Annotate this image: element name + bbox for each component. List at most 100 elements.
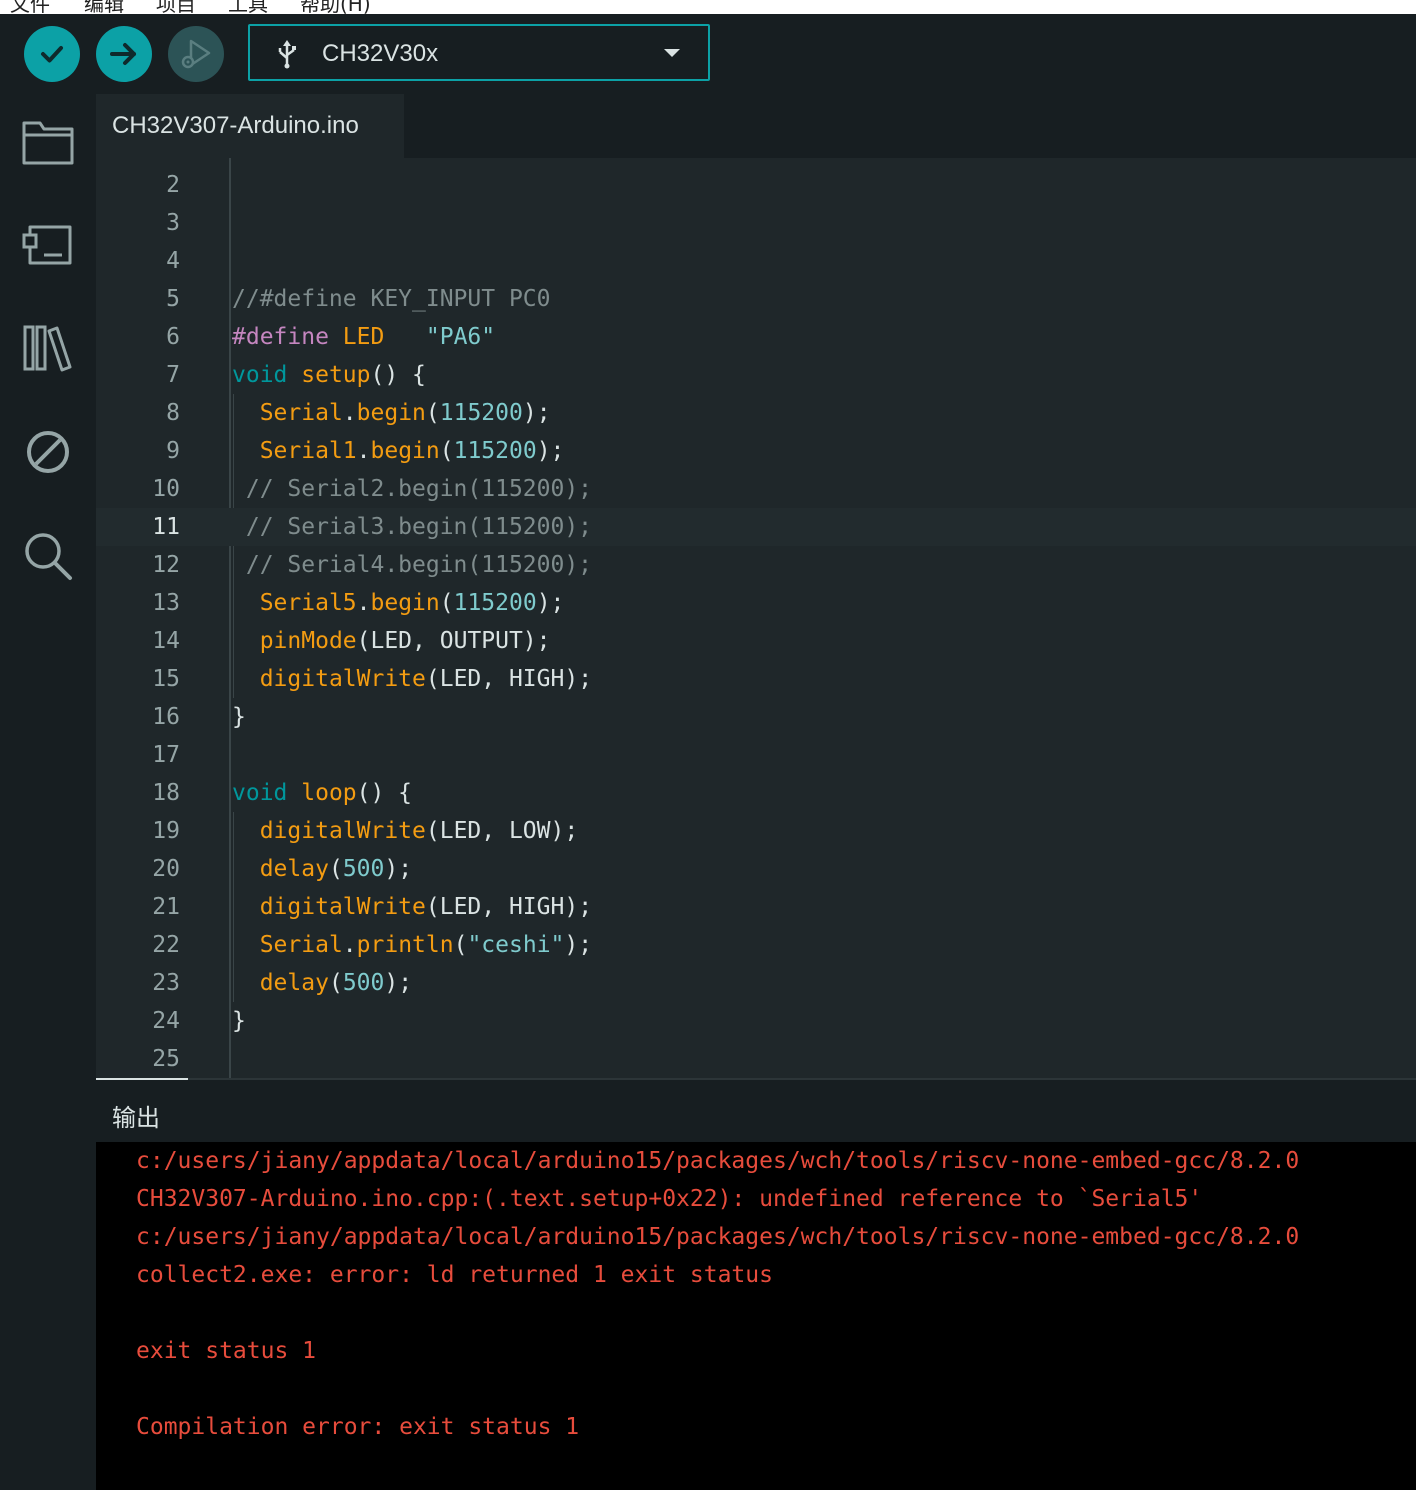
code-line[interactable]: 25	[96, 1040, 1416, 1078]
sidebar-item-boards-manager[interactable]	[20, 216, 76, 272]
code-line[interactable]: 18 void loop() {	[96, 774, 1416, 812]
code-token: digitalWrite	[259, 818, 426, 844]
folder-icon	[22, 121, 74, 165]
code-text: //#define KEY_INPUT PC0	[232, 280, 551, 318]
line-number: 20	[152, 856, 180, 882]
code-token: (	[425, 400, 440, 426]
output-title[interactable]: 输出	[112, 1098, 160, 1133]
line-number: 3	[166, 210, 180, 236]
board-selector[interactable]: CH32V30x	[248, 24, 710, 81]
code-token: (	[439, 438, 454, 464]
code-token: setup	[301, 362, 371, 388]
code-token: // Serial4.begin(115200);	[232, 552, 593, 578]
code-line[interactable]: 13 Serial5.begin(115200);	[96, 584, 1416, 622]
output-line: c:/users/jiany/appdata/local/arduino15/p…	[136, 1148, 1300, 1174]
library-icon	[23, 325, 72, 372]
code-editor[interactable]: 2 3 4 5//#define KEY_INPUT PC0 6 #define LED …	[96, 158, 1416, 1078]
code-token: delay	[259, 856, 329, 882]
code-token: 500	[342, 970, 385, 996]
code-line[interactable]: 2	[96, 166, 1416, 204]
code-line[interactable]: 4	[96, 242, 1416, 280]
sidebar-item-search[interactable]	[20, 528, 76, 584]
code-text: // Serial4.begin(115200);	[232, 546, 592, 584]
menu-help[interactable]: 帮助(H)	[300, 0, 371, 14]
code-line[interactable]: 3	[96, 204, 1416, 242]
code-token: );	[384, 970, 413, 996]
code-token: // Serial2.begin(115200);	[232, 476, 593, 502]
code-line[interactable]: 8 Serial.begin(115200);	[96, 394, 1416, 432]
sidebar-item-sketchbook[interactable]	[20, 114, 76, 170]
code-line[interactable]: 24}	[96, 1002, 1416, 1040]
line-number: 19	[152, 818, 180, 844]
code-token: loop	[301, 780, 357, 806]
output-line: exit status 1	[136, 1338, 317, 1364]
code-token: 500	[342, 856, 385, 882]
output-console[interactable]: c:/users/jiany/appdata/local/arduino15/p…	[96, 1142, 1416, 1490]
search-icon	[25, 533, 72, 580]
code-line[interactable]: 20 delay(500);	[96, 850, 1416, 888]
code-lines: 2 3 4 5//#define KEY_INPUT PC0 6 #define LED …	[96, 166, 1416, 1078]
line-number: 23	[152, 970, 180, 996]
tab-sketch-file[interactable]: CH32V307-Arduino.ino	[96, 94, 404, 158]
code-token: (LED, HIGH);	[425, 894, 593, 920]
menu-sketch[interactable]: 项目	[156, 0, 196, 14]
line-number: 7	[166, 362, 180, 388]
sidebar-item-library-manager[interactable]	[20, 320, 76, 376]
code-line[interactable]: 5 //#define KEY_INPUT PC0	[96, 280, 1416, 318]
menu-file[interactable]: 文件	[10, 0, 50, 14]
code-text: delay(500);	[232, 850, 412, 888]
menu-tools[interactable]: 工具	[228, 0, 268, 14]
code-token: (LED, HIGH);	[425, 666, 593, 692]
code-line[interactable]: 21 digitalWrite(LED, HIGH);	[96, 888, 1416, 926]
code-line[interactable]: 17	[96, 736, 1416, 774]
output-line: Compilation error: exit status 1	[136, 1414, 580, 1440]
code-token: );	[522, 400, 551, 426]
code-token: );	[536, 438, 565, 464]
code-line[interactable]: 14 pinMode(LED, OUTPUT);	[96, 622, 1416, 660]
code-token: "ceshi"	[467, 932, 565, 958]
code-line[interactable]: 19 digitalWrite(LED, LOW);	[96, 812, 1416, 850]
code-line[interactable]: 9 Serial1.begin(115200);	[96, 432, 1416, 470]
code-line[interactable]: 6 #define LED "PA6"	[96, 318, 1416, 356]
menu-edit[interactable]: 编辑	[84, 0, 124, 14]
code-token: begin	[370, 438, 440, 464]
usb-icon	[278, 40, 296, 69]
line-number: 15	[152, 666, 180, 692]
line-number: 9	[166, 438, 180, 464]
code-token: (LED, OUTPUT);	[356, 628, 551, 654]
code-token: #define	[232, 324, 329, 350]
debug-button[interactable]	[168, 26, 224, 82]
output-line: c:/users/jiany/appdata/local/arduino15/p…	[136, 1224, 1300, 1250]
code-text: void setup() {	[232, 356, 426, 394]
line-number: 25	[152, 1046, 180, 1072]
chevron-down-icon	[664, 49, 680, 57]
upload-button[interactable]	[96, 26, 152, 82]
code-token: );	[536, 590, 565, 616]
code-line[interactable]: 11 // Serial3.begin(115200);	[96, 508, 1416, 546]
code-token: "PA6"	[425, 324, 496, 350]
code-line[interactable]: 12 // Serial4.begin(115200);	[96, 546, 1416, 584]
code-line[interactable]: 16}	[96, 698, 1416, 736]
code-line[interactable]: 7 void setup() {	[96, 356, 1416, 394]
output-panel-header: 输出	[96, 1078, 1416, 1142]
code-line[interactable]: 22 Serial.println("ceshi");	[96, 926, 1416, 964]
code-line[interactable]: 15 digitalWrite(LED, HIGH);	[96, 660, 1416, 698]
code-text: pinMode(LED, OUTPUT);	[232, 622, 551, 660]
code-line[interactable]: 10 // Serial2.begin(115200);	[96, 470, 1416, 508]
code-text: digitalWrite(LED, HIGH);	[232, 660, 592, 698]
code-token: digitalWrite	[259, 666, 426, 692]
code-token: (LED, LOW);	[425, 818, 579, 844]
verify-button[interactable]	[24, 26, 80, 82]
code-line[interactable]: 23 delay(500);	[96, 964, 1416, 1002]
output-line: collect2.exe: error: ld returned 1 exit …	[136, 1262, 773, 1288]
sidebar-item-debug[interactable]	[20, 424, 76, 480]
